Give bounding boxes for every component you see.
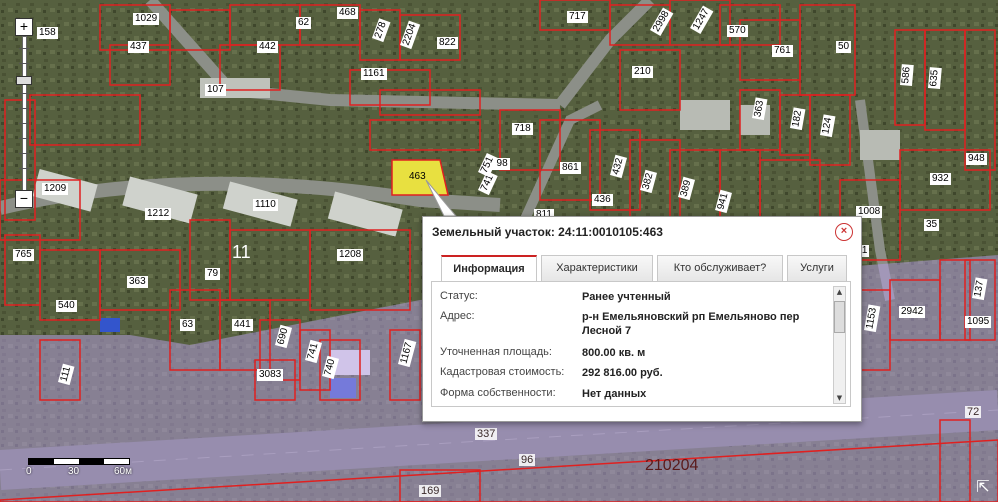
building-roof: [680, 100, 730, 130]
zoom-out-button[interactable]: −: [15, 190, 33, 208]
fullscreen-icon[interactable]: ⇱: [972, 476, 994, 498]
field-value: р-н Емельяновский рп Емельяново пер Лесн…: [582, 311, 800, 337]
zoom-tick: [19, 48, 29, 49]
field-label: Форма собственности:: [440, 387, 556, 399]
parcel-label[interactable]: 1095: [965, 316, 992, 328]
tab-information[interactable]: Информация: [441, 255, 537, 283]
zoom-tick: [19, 108, 29, 109]
parcel-label[interactable]: 765: [13, 249, 34, 261]
parcel-label[interactable]: 3083: [257, 369, 284, 381]
parcel-label[interactable]: 718: [512, 123, 533, 135]
popup-title: Земельный участок: 24:11:0010105:463: [432, 225, 663, 239]
tab-characteristics[interactable]: Характеристики: [541, 255, 653, 281]
scale-label: 0: [26, 466, 32, 477]
zoom-slider-handle[interactable]: [16, 76, 32, 85]
field-value: 800.00 кв. м: [582, 347, 646, 359]
parcel-label[interactable]: 79: [205, 268, 221, 280]
parcel-label[interactable]: 861: [560, 162, 581, 174]
tab-services[interactable]: Услуги: [787, 255, 847, 281]
road-label: 169: [419, 485, 442, 497]
parcel-label[interactable]: 363: [127, 276, 148, 288]
scale-bar-graphic: [28, 458, 130, 465]
field-label: Статус:: [440, 290, 478, 302]
parcel-label[interactable]: 50: [836, 41, 852, 53]
parcel-label[interactable]: 2942: [899, 306, 926, 318]
zoom-tick: [19, 93, 29, 94]
parcel-label[interactable]: 1209: [42, 183, 69, 195]
scrollbar[interactable]: ▲ ▼: [833, 286, 846, 404]
popup-pointer: [425, 179, 458, 217]
info-panel: Статус: Ранее учтенный Адрес: р-н Емелья…: [431, 281, 851, 407]
close-button[interactable]: ×: [835, 223, 853, 241]
parcel-label[interactable]: 586: [900, 64, 914, 87]
road-label: 72: [965, 406, 982, 418]
block-number: 11: [232, 242, 251, 262]
zoom-tick: [19, 168, 29, 169]
parcel-label[interactable]: 158: [37, 27, 58, 39]
parcel-label[interactable]: 932: [930, 173, 951, 185]
parcel-label[interactable]: 761: [772, 45, 793, 57]
field-value: 292 816.00 руб.: [582, 367, 663, 379]
road-label: 337: [475, 428, 498, 440]
scroll-thumb[interactable]: [834, 301, 845, 333]
parcel-label[interactable]: 436: [592, 194, 613, 206]
parcel-label[interactable]: 1110: [253, 199, 278, 211]
parcel-label[interactable]: 107: [205, 84, 226, 96]
parcel-label[interactable]: 717: [567, 11, 588, 23]
zoom-tick: [19, 153, 29, 154]
parcel-label[interactable]: 437: [128, 41, 149, 53]
parcel-label[interactable]: 441: [232, 319, 253, 331]
parcel-label[interactable]: 1212: [145, 208, 172, 220]
building-roof: [860, 130, 900, 160]
parcel-label[interactable]: 635: [928, 67, 942, 90]
parcel-label[interactable]: 210: [632, 66, 653, 78]
zoom-tick: [19, 138, 29, 139]
road-label: 96: [519, 454, 536, 466]
parcel-label[interactable]: 62: [296, 17, 312, 29]
parcel-label[interactable]: 468: [337, 7, 358, 19]
parcel-label[interactable]: 822: [437, 37, 458, 49]
zoom-control[interactable]: + −: [13, 18, 35, 208]
field-label: Уточненная площадь:: [440, 346, 552, 358]
zoom-in-button[interactable]: +: [15, 18, 33, 36]
field-value: Ранее учтенный: [582, 291, 671, 303]
parcel-label[interactable]: 442: [257, 41, 278, 53]
building-roof: [100, 318, 120, 332]
parcel-label[interactable]: 948: [966, 153, 987, 165]
field-label: Адрес:: [440, 310, 475, 322]
parcel-label[interactable]: 1161: [361, 68, 387, 80]
scale-label: 60м: [114, 466, 132, 477]
parcel-label[interactable]: 540: [56, 300, 77, 312]
zone-number: 210204: [645, 457, 699, 474]
field-label: Кадастровая стоимость:: [440, 366, 565, 378]
scale-label: 30: [68, 466, 80, 477]
tab-who-serves[interactable]: Кто обслуживает?: [657, 255, 783, 281]
parcel-label[interactable]: 63: [180, 319, 196, 331]
parcel-label[interactable]: 35: [924, 219, 940, 231]
parcel-info-popup: Земельный участок: 24:11:0010105:463 × И…: [422, 216, 862, 422]
parcel-label[interactable]: 1208: [337, 249, 364, 261]
parcel-label[interactable]: 1029: [133, 13, 160, 25]
scroll-up-icon[interactable]: ▲: [834, 287, 845, 297]
scale-bar: 0 30 60м: [22, 452, 152, 482]
field-value: Нет данных: [582, 388, 647, 400]
zoom-tick: [19, 123, 29, 124]
scroll-down-icon[interactable]: ▼: [834, 393, 845, 403]
zoom-tick: [19, 63, 29, 64]
parcel-label[interactable]: 570: [727, 25, 748, 37]
